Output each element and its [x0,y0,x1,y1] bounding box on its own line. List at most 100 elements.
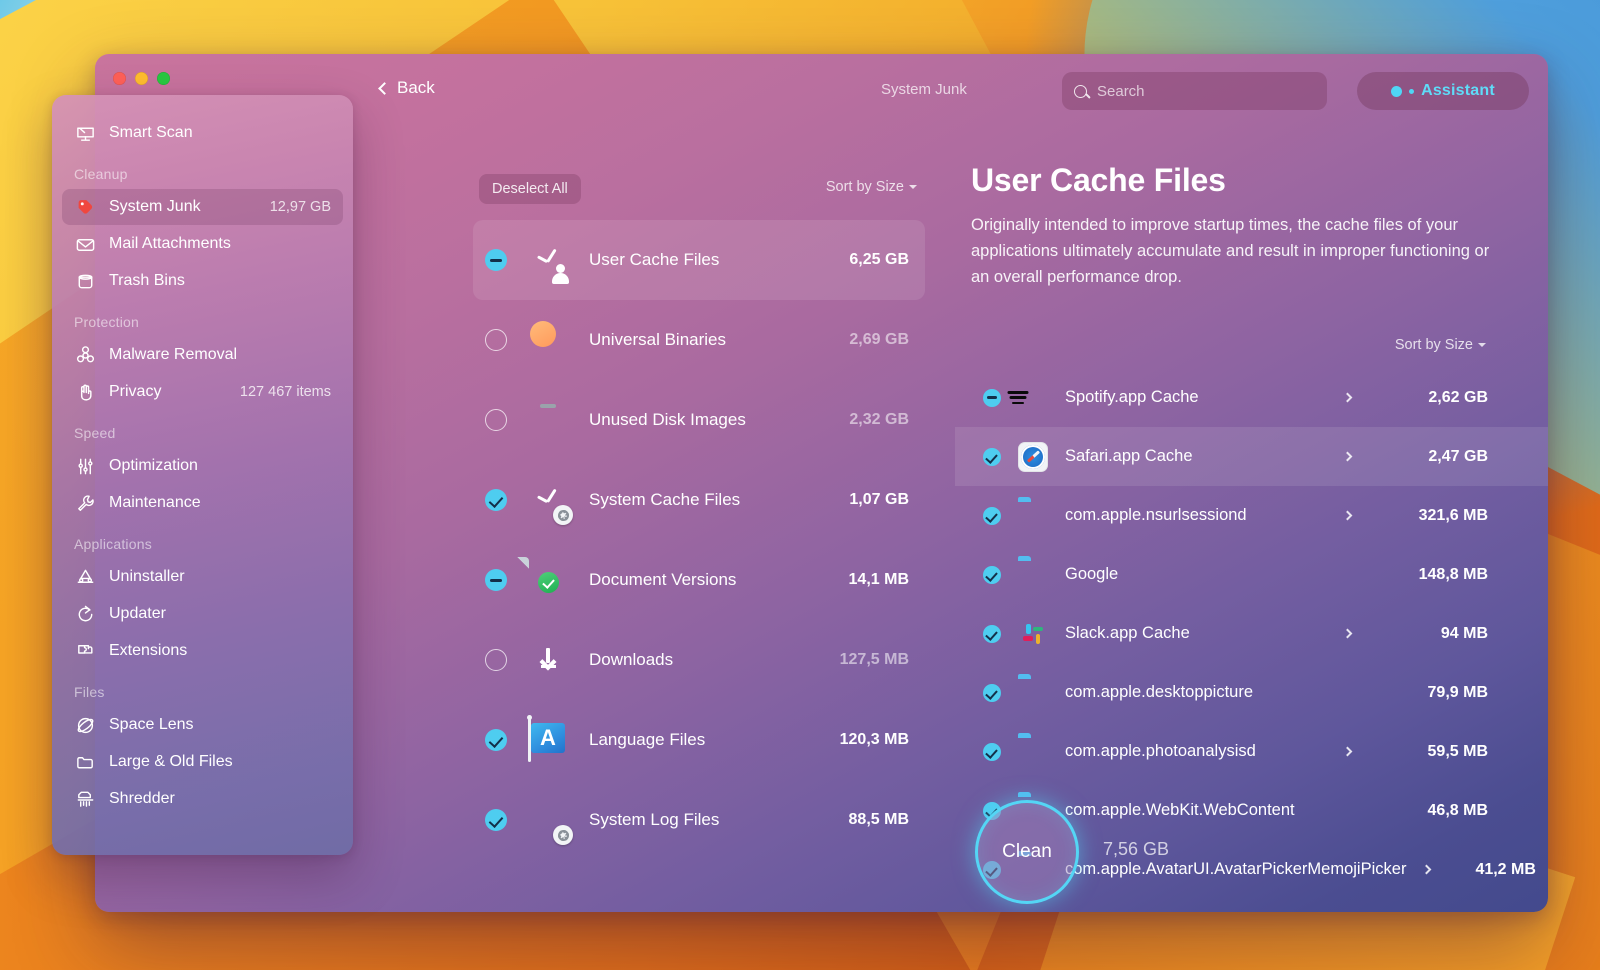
sidebar-item-label: Large & Old Files [109,753,233,770]
detail-sort-control[interactable]: Sort by Size [1395,337,1486,353]
language-files-icon: A [525,715,571,763]
checkbox-empty[interactable] [485,649,507,671]
category-row-size: 127,5 MB [839,651,909,668]
sidebar-item-label: Malware Removal [109,346,238,363]
category-row-name: Language Files [589,730,706,749]
chevron-right-icon[interactable] [1342,392,1353,403]
category-row[interactable]: tem lo56 0 System Log Files 88,5 MB [473,780,925,860]
checkbox-checked[interactable] [485,489,507,511]
checkbox-partial[interactable] [983,388,1001,407]
category-row[interactable]: A Language Files 120,3 MB [473,700,925,780]
category-row-name: System Log Files [589,810,720,829]
deselect-all-button[interactable]: Deselect All [479,174,581,204]
file-row[interactable]: Safari.app Cache 2,47 GB [955,427,1548,486]
sidebar-item-optimization[interactable]: Optimization [62,448,343,484]
file-row-size: 94 MB [1440,624,1488,642]
category-sort-label: Sort by Size [825,179,904,195]
category-row-name: Document Versions [589,570,737,589]
file-row-size: 2,62 GB [1428,388,1488,406]
category-row-name: Downloads [589,650,674,669]
clean-button[interactable]: Clean [975,800,1079,904]
sidebar-item-shredder[interactable]: Shredder [62,781,343,817]
category-sort-control[interactable]: Sort by Size [826,179,917,195]
file-row[interactable]: Google 148,8 MB [955,545,1548,604]
checkbox-checked[interactable] [983,506,1001,525]
sidebar-item-updater[interactable]: Updater [62,596,343,632]
sidebar-item-label: Updater [109,605,166,622]
sidebar-item-label: Space Lens [109,716,194,733]
file-row[interactable]: Spotify.app Cache 2,62 GB [955,368,1548,427]
sidebar-item-maintenance[interactable]: Maintenance [62,485,343,521]
checkbox-checked[interactable] [983,565,1001,584]
file-row-name: Google [1065,565,1119,583]
assistant-button[interactable]: Assistant [1357,72,1529,110]
sidebar-item-malware-removal[interactable]: Malware Removal [62,337,343,373]
file-row[interactable]: com.apple.photoanalysisd 59,5 MB [955,722,1548,781]
wrench-icon [74,492,96,514]
sidebar-item-value: 127 467 items [239,384,331,400]
category-row[interactable]: Downloads 127,5 MB [473,620,925,700]
sidebar-item-large-old-files[interactable]: Large & Old Files [62,744,343,780]
category-list-column: Deselect All Sort by Size User Cache Fil… [465,174,935,912]
chevron-right-icon[interactable] [1342,628,1353,639]
assistant-dot-small-icon [1409,88,1415,94]
file-row[interactable]: com.apple.desktoppicture 79,9 MB [955,663,1548,722]
category-row-name: User Cache Files [589,250,720,269]
checkbox-empty[interactable] [485,329,507,351]
checkbox-partial[interactable] [485,569,507,591]
checkbox-checked[interactable] [983,742,1001,761]
checkbox-partial[interactable] [485,249,507,271]
sidebar-item-extensions[interactable]: Extensions [62,633,343,669]
category-row[interactable]: System Cache Files 1,07 GB [473,460,925,540]
folder-icon [1018,501,1048,531]
chevron-right-icon[interactable] [1342,510,1353,521]
sidebar-item-system-junk[interactable]: System Junk 12,97 GB [62,189,343,225]
zoom-button[interactable] [157,72,170,85]
checkbox-checked[interactable] [485,729,507,751]
checkbox-checked[interactable] [983,447,1001,466]
updater-icon [74,603,96,625]
search-icon [1074,84,1087,98]
search-field[interactable] [1062,72,1327,110]
minimize-button[interactable] [135,72,148,85]
category-row[interactable]: Document Versions 14,1 MB [473,540,925,620]
checkbox-empty[interactable] [485,409,507,431]
sidebar-item-label: Smart Scan [109,124,193,141]
uninstaller-icon [74,566,96,588]
category-row-name: System Cache Files [589,490,741,509]
file-row[interactable]: Slack.app Cache 94 MB [955,604,1548,663]
sidebar-item-trash-bins[interactable]: Trash Bins [62,263,343,299]
system-cache-icon [525,477,573,525]
sidebar-item-smart-scan[interactable]: Smart Scan [62,115,343,151]
checkbox-checked[interactable] [983,683,1001,702]
category-row-size: 120,3 MB [839,731,909,748]
checkbox-checked[interactable] [485,809,507,831]
sidebar-item-mail-attachments[interactable]: Mail Attachments [62,226,343,262]
close-button[interactable] [113,72,126,85]
sliders-icon [74,455,96,477]
category-row-size: 1,07 GB [849,491,909,508]
file-row-name: com.apple.nsurlsessiond [1065,506,1247,524]
system-log-icon: tem lo56 0 [525,797,573,845]
file-row[interactable]: com.apple.nsurlsessiond 321,6 MB [955,486,1548,545]
sidebar-group-label: Files [74,684,105,700]
category-row[interactable]: Universal Binaries 2,69 GB [473,300,925,380]
window-controls[interactable] [113,72,170,85]
category-list[interactable]: User Cache Files 6,25 GB Universal Binarie… [473,220,925,900]
safari-icon [1018,441,1048,472]
chevron-right-icon[interactable] [1342,451,1353,462]
folder-icon [1018,678,1048,708]
category-row[interactable]: Unused Disk Images 2,32 GB [473,380,925,460]
sidebar-item-space-lens[interactable]: Space Lens [62,707,343,743]
assistant-label: Assistant [1421,82,1495,99]
search-input[interactable] [1097,82,1315,100]
chevron-right-icon[interactable] [1342,746,1353,757]
back-button[interactable]: Back [378,78,435,98]
category-row[interactable]: User Cache Files 6,25 GB [473,220,925,300]
file-row-name: com.apple.photoanalysisd [1065,742,1256,760]
sidebar-item-privacy[interactable]: Privacy 127 467 items [62,374,343,410]
chevron-right-icon[interactable] [1421,864,1432,875]
breadcrumb: System Junk [881,81,967,98]
checkbox-checked[interactable] [983,624,1001,643]
sidebar-item-uninstaller[interactable]: Uninstaller [62,559,343,595]
